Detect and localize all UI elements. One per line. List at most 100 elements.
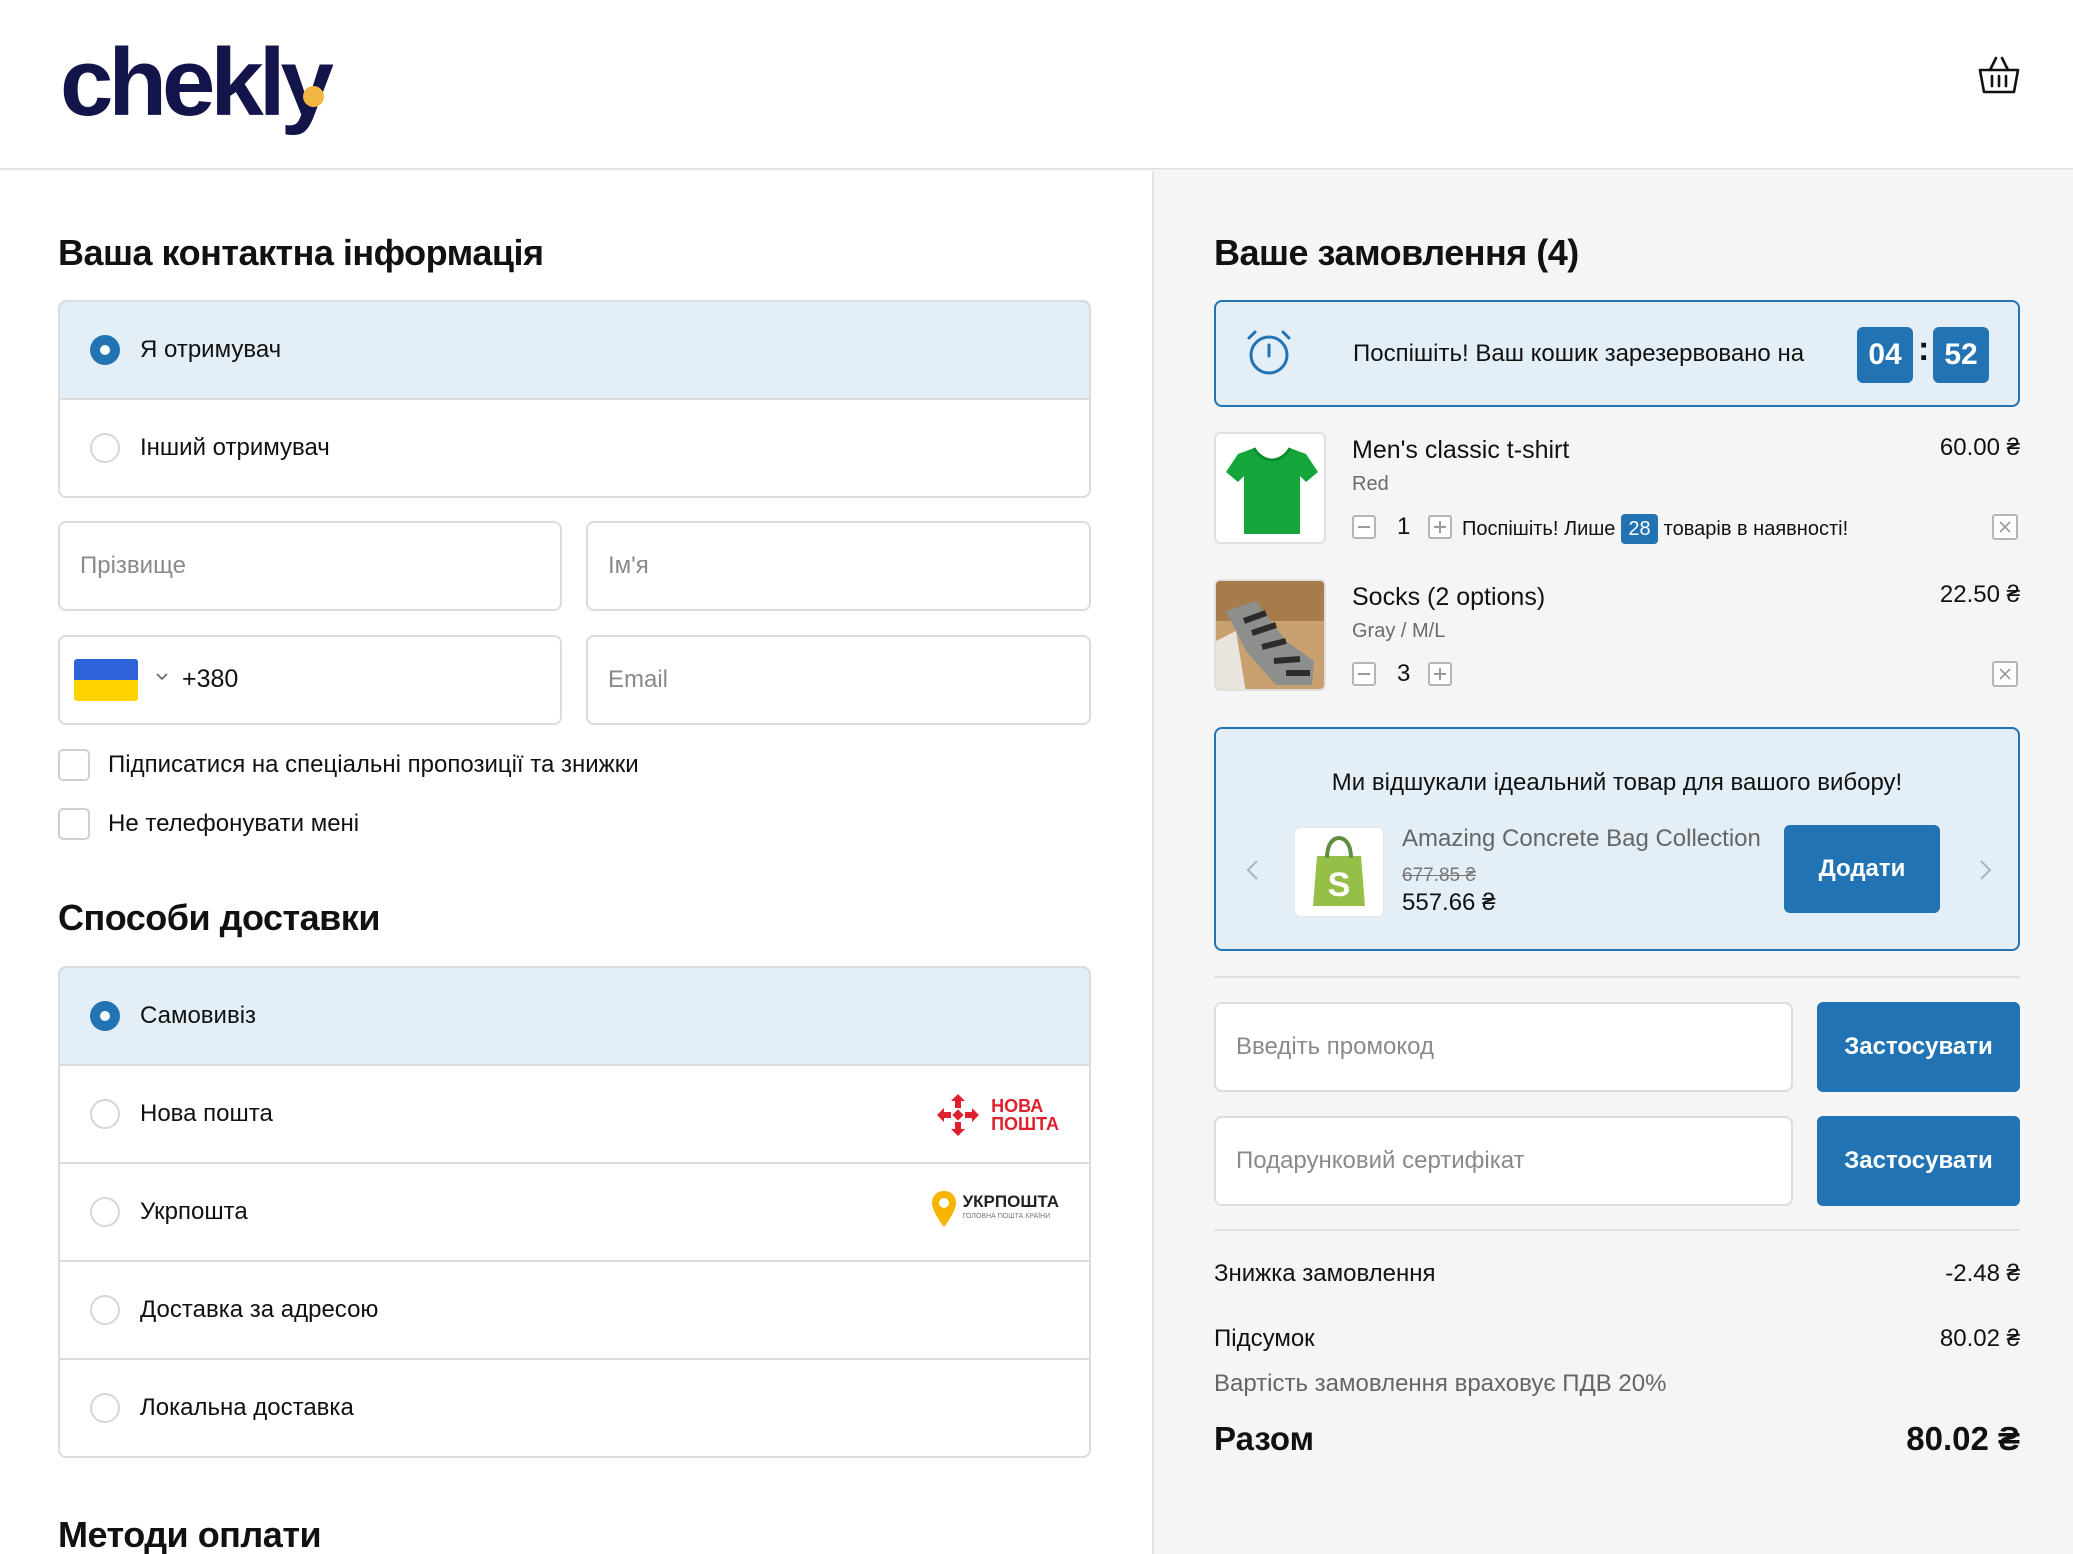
subscribe-label: Підписатися на спеціальні пропозиції та … bbox=[108, 751, 639, 778]
upsell-old-price: 677.85 ₴ bbox=[1402, 865, 1476, 886]
vat-note: Вартість замовлення враховує ПДВ 20% bbox=[1214, 1370, 1667, 1397]
option-label: Я отримувач bbox=[140, 336, 282, 363]
gift-input[interactable] bbox=[1216, 1118, 1791, 1204]
first-name-input[interactable] bbox=[588, 523, 1089, 609]
delivery-option-ukrposhta[interactable]: Укрпошта УКРПОШТА ГОЛОВНА ПОШТА КРАЇНИ bbox=[60, 1162, 1089, 1260]
discount-value: -2.48 ₴ bbox=[1945, 1260, 2020, 1287]
option-label: Укрпошта bbox=[140, 1198, 248, 1225]
first-name-field[interactable] bbox=[586, 521, 1091, 611]
ukrposhta-logo-sub: ГОЛОВНА ПОШТА КРАЇНИ bbox=[962, 1213, 1051, 1220]
phone-field[interactable]: +380 bbox=[58, 635, 562, 725]
radio[interactable] bbox=[90, 1099, 120, 1129]
chevron-right-icon[interactable] bbox=[1970, 855, 2000, 885]
stock-warning: Поспішіть! Лише 28 товарів в наявності! bbox=[1462, 514, 1848, 544]
radio[interactable] bbox=[90, 1197, 120, 1227]
upsell-new-price: 557.66 ₴ bbox=[1402, 889, 1496, 916]
total-label: Разом bbox=[1214, 1420, 1315, 1457]
timer-seconds: 52 bbox=[1933, 327, 1989, 383]
upsell-title: Ми відшукали ідеальний товар для вашого … bbox=[1331, 769, 1903, 796]
item-price: 60.00 ₴ bbox=[1939, 434, 2020, 461]
qty-decrease-button[interactable] bbox=[1352, 515, 1376, 539]
ukrposhta-logo-text: УКРПОШТА bbox=[962, 1192, 1059, 1211]
order-title: Ваше замовлення (4) bbox=[1214, 232, 1579, 273]
option-label: Інший отримувач bbox=[140, 434, 330, 461]
stock-count-badge: 28 bbox=[1621, 514, 1658, 544]
recipient-option-other[interactable]: Інший отримувач bbox=[60, 398, 1089, 496]
chevron-left-icon[interactable] bbox=[1238, 855, 1268, 885]
reservation-timer: Поспішіть! Ваш кошик зарезервовано на 04… bbox=[1214, 300, 2020, 407]
last-name-field[interactable] bbox=[58, 521, 562, 611]
option-label: Нова пошта bbox=[140, 1100, 273, 1127]
header: chekly bbox=[0, 0, 2073, 170]
radio-selected[interactable] bbox=[90, 335, 120, 365]
option-label: Самовивіз bbox=[140, 1002, 257, 1029]
radio[interactable] bbox=[90, 1393, 120, 1423]
option-label: Доставка за адресою bbox=[140, 1296, 379, 1323]
item-name: Socks (2 options) bbox=[1352, 583, 1546, 611]
logo[interactable]: chekly bbox=[60, 28, 334, 138]
email-field[interactable] bbox=[586, 635, 1091, 725]
upsell-product-name: Amazing Concrete Bag Collection bbox=[1402, 825, 1761, 852]
divider bbox=[1214, 1229, 2020, 1231]
timer-minutes: 04 bbox=[1857, 327, 1913, 383]
discount-label: Знижка замовлення bbox=[1214, 1260, 1436, 1287]
chevron-down-icon[interactable] bbox=[154, 669, 170, 685]
alarm-clock-icon bbox=[1247, 330, 1291, 375]
nova-poshta-logo: НОВА ПОШТА bbox=[935, 1092, 1059, 1138]
radio-selected[interactable] bbox=[90, 1001, 120, 1031]
no-call-checkbox-row[interactable]: Не телефонувати мені bbox=[58, 808, 359, 840]
no-call-checkbox[interactable] bbox=[58, 808, 90, 840]
subscribe-checkbox-row[interactable]: Підписатися на спеціальні пропозиції та … bbox=[58, 749, 639, 781]
divider bbox=[1214, 976, 2020, 978]
subtotal-label: Підсумок bbox=[1214, 1325, 1315, 1352]
svg-text:S: S bbox=[1328, 866, 1351, 904]
payment-title: Методи оплати bbox=[58, 1514, 322, 1554]
radio[interactable] bbox=[90, 433, 120, 463]
socks-image[interactable] bbox=[1214, 579, 1326, 691]
upsell-product-image[interactable]: S bbox=[1294, 827, 1384, 917]
nova-poshta-logo-line2: ПОШТА bbox=[991, 1114, 1059, 1134]
nova-poshta-logo-line1: НОВА bbox=[991, 1096, 1044, 1116]
remove-item-button[interactable] bbox=[1992, 661, 2018, 687]
qty-increase-button[interactable] bbox=[1428, 662, 1452, 686]
upsell-block: Ми відшукали ідеальний товар для вашого … bbox=[1214, 727, 2020, 951]
tshirt-image[interactable] bbox=[1214, 432, 1326, 544]
timer-colon: : bbox=[1918, 330, 1930, 368]
ukraine-flag-icon[interactable] bbox=[74, 659, 138, 701]
item-name: Men's classic t-shirt bbox=[1352, 436, 1570, 464]
subscribe-checkbox[interactable] bbox=[58, 749, 90, 781]
phone-code[interactable]: +380 bbox=[182, 665, 238, 694]
shopify-bag-icon: S bbox=[1313, 835, 1365, 906]
nova-poshta-icon bbox=[937, 1094, 980, 1136]
option-label: Локальна доставка bbox=[140, 1394, 354, 1421]
delivery-options: Самовивіз Нова пошта НОВА ПОШТА Укрпошта bbox=[58, 966, 1091, 1458]
contact-title: Ваша контактна інформація bbox=[58, 232, 544, 273]
delivery-option-address[interactable]: Доставка за адресою bbox=[60, 1260, 1089, 1358]
radio[interactable] bbox=[90, 1295, 120, 1325]
tshirt-icon bbox=[1226, 447, 1318, 534]
stock-text-before: Поспішіть! Лише bbox=[1462, 517, 1616, 540]
qty-increase-button[interactable] bbox=[1428, 515, 1452, 539]
stock-text-after: товарів в наявності! bbox=[1663, 517, 1849, 540]
delivery-option-local[interactable]: Локальна доставка bbox=[60, 1358, 1089, 1456]
qty-value: 1 bbox=[1397, 513, 1411, 540]
recipient-option-self[interactable]: Я отримувач bbox=[60, 302, 1089, 400]
logo-dot bbox=[303, 86, 324, 107]
upsell-add-button[interactable]: Додати bbox=[1784, 825, 1940, 913]
promo-field[interactable] bbox=[1214, 1002, 1793, 1092]
gift-field[interactable] bbox=[1214, 1116, 1793, 1206]
ukrposhta-pin-icon bbox=[931, 1191, 956, 1227]
promo-input[interactable] bbox=[1216, 1004, 1791, 1090]
apply-promo-button[interactable]: Застосувати bbox=[1817, 1002, 2020, 1092]
email-input[interactable] bbox=[588, 637, 1089, 723]
close-icon bbox=[1999, 668, 2011, 680]
remove-item-button[interactable] bbox=[1992, 514, 2018, 540]
last-name-input[interactable] bbox=[60, 523, 560, 609]
total-value: 80.02 ₴ bbox=[1906, 1420, 2020, 1457]
ukrposhta-logo: УКРПОШТА ГОЛОВНА ПОШТА КРАЇНИ bbox=[931, 1190, 1059, 1228]
delivery-option-pickup[interactable]: Самовивіз bbox=[60, 968, 1089, 1066]
delivery-option-nova-poshta[interactable]: Нова пошта НОВА ПОШТА bbox=[60, 1064, 1089, 1162]
qty-decrease-button[interactable] bbox=[1352, 662, 1376, 686]
basket-icon[interactable] bbox=[1976, 52, 2022, 98]
apply-gift-button[interactable]: Застосувати bbox=[1817, 1116, 2020, 1206]
